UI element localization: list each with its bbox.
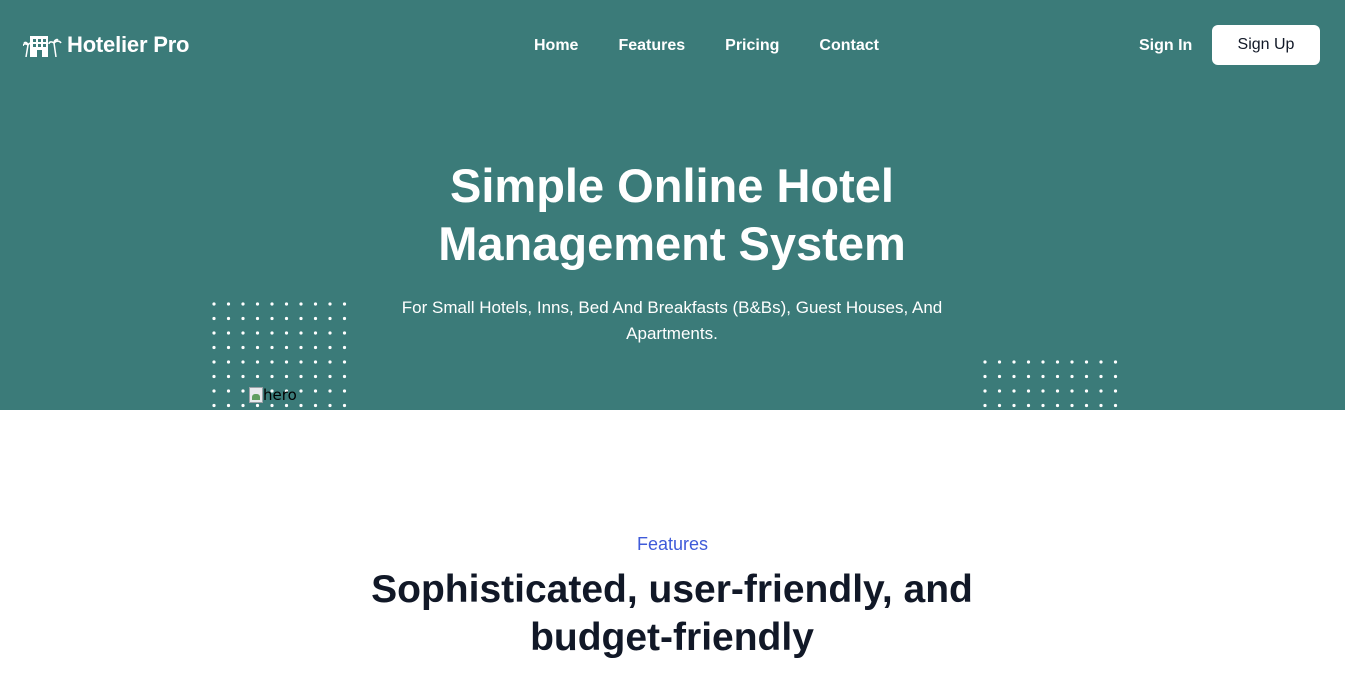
brand-logo[interactable]: Hotelier Pro: [23, 32, 189, 58]
nav-link-home[interactable]: Home: [534, 36, 578, 56]
brand-name: Hotelier Pro: [67, 32, 190, 57]
hero-section: Hotelier Pro Home Features Pricing Conta…: [0, 0, 1345, 410]
features-title: Sophisticated, user-friendly, and budget…: [371, 568, 973, 659]
hero-image-alt: hero: [263, 386, 297, 404]
nav-link-pricing[interactable]: Pricing: [725, 36, 779, 56]
nav-link-features[interactable]: Features: [618, 36, 685, 56]
dot-pattern-right: [983, 360, 1118, 408]
features-eyebrow: Features: [636, 534, 709, 554]
hero-subtitle: For Small Hotels, Inns, Bed And Breakfas…: [401, 298, 943, 343]
sign-in-link[interactable]: Sign In: [1139, 36, 1192, 56]
hotel-palm-icon: [23, 36, 62, 57]
broken-image-icon: [249, 387, 263, 403]
nav-link-contact[interactable]: Contact: [819, 36, 879, 56]
main-nav: Home Features Pricing Contact: [534, 36, 879, 56]
sign-up-button[interactable]: Sign Up: [1212, 25, 1320, 65]
hero-title: Simple Online Hotel Management System: [438, 159, 906, 270]
hero-image: hero: [249, 386, 297, 404]
